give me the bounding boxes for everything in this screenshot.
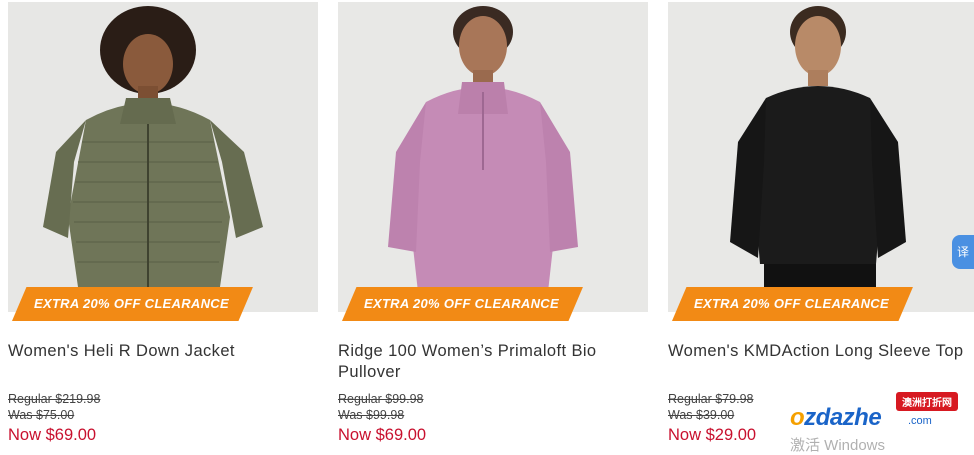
was-price: Was $75.00	[8, 408, 75, 422]
regular-price: Regular $219.98	[8, 392, 101, 406]
watermark-logo: ozdazhe	[790, 404, 882, 432]
promo-badge: EXTRA 20% OFF CLEARANCE	[12, 287, 253, 321]
product-card: EXTRA 20% OFF CLEARANCE Ridge 100 Women’…	[338, 0, 648, 448]
promo-badge: EXTRA 20% OFF CLEARANCE	[342, 287, 583, 321]
product-title[interactable]: Women's KMDAction Long Sleeve Top	[668, 341, 968, 362]
product-grid: EXTRA 20% OFF CLEARANCE Women's Heli R D…	[0, 0, 974, 448]
model-black-long-sleeve-top-image	[668, 2, 974, 312]
now-price: Now $69.00	[338, 426, 427, 444]
promo-badge: EXTRA 20% OFF CLEARANCE	[672, 287, 913, 321]
promo-badge-label: EXTRA 20% OFF CLEARANCE	[342, 287, 583, 321]
translate-icon[interactable]: 译	[952, 235, 974, 269]
product-title[interactable]: Ridge 100 Women’s Primaloft Bio Pullover	[338, 341, 638, 383]
model-pink-fleece-pullover-image	[338, 2, 648, 312]
product-card: EXTRA 20% OFF CLEARANCE Women's Heli R D…	[8, 0, 318, 448]
promo-badge-label: EXTRA 20% OFF CLEARANCE	[672, 287, 913, 321]
watermark-label: 澳洲打折网	[896, 392, 958, 411]
product-card: EXTRA 20% OFF CLEARANCE Women's KMDActio…	[668, 0, 974, 448]
windows-activation-overlay: 激活 Windows	[790, 437, 886, 454]
was-price: Was $39.00	[668, 408, 735, 422]
product-image[interactable]	[8, 2, 318, 312]
regular-price: Regular $79.98	[668, 392, 754, 406]
now-price: Now $69.00	[8, 426, 97, 444]
watermark-com: .com	[908, 415, 932, 427]
was-price: Was $99.98	[338, 408, 405, 422]
product-title[interactable]: Women's Heli R Down Jacket	[8, 341, 308, 362]
watermark-logo-text: zdazhe	[804, 404, 882, 431]
promo-badge-label: EXTRA 20% OFF CLEARANCE	[12, 287, 253, 321]
product-image[interactable]	[338, 2, 648, 312]
watermark-logo-o: o	[790, 404, 805, 431]
model-olive-down-jacket-image	[8, 2, 318, 312]
regular-price: Regular $99.98	[338, 392, 424, 406]
now-price: Now $29.00	[668, 426, 757, 444]
product-image[interactable]	[668, 2, 974, 312]
